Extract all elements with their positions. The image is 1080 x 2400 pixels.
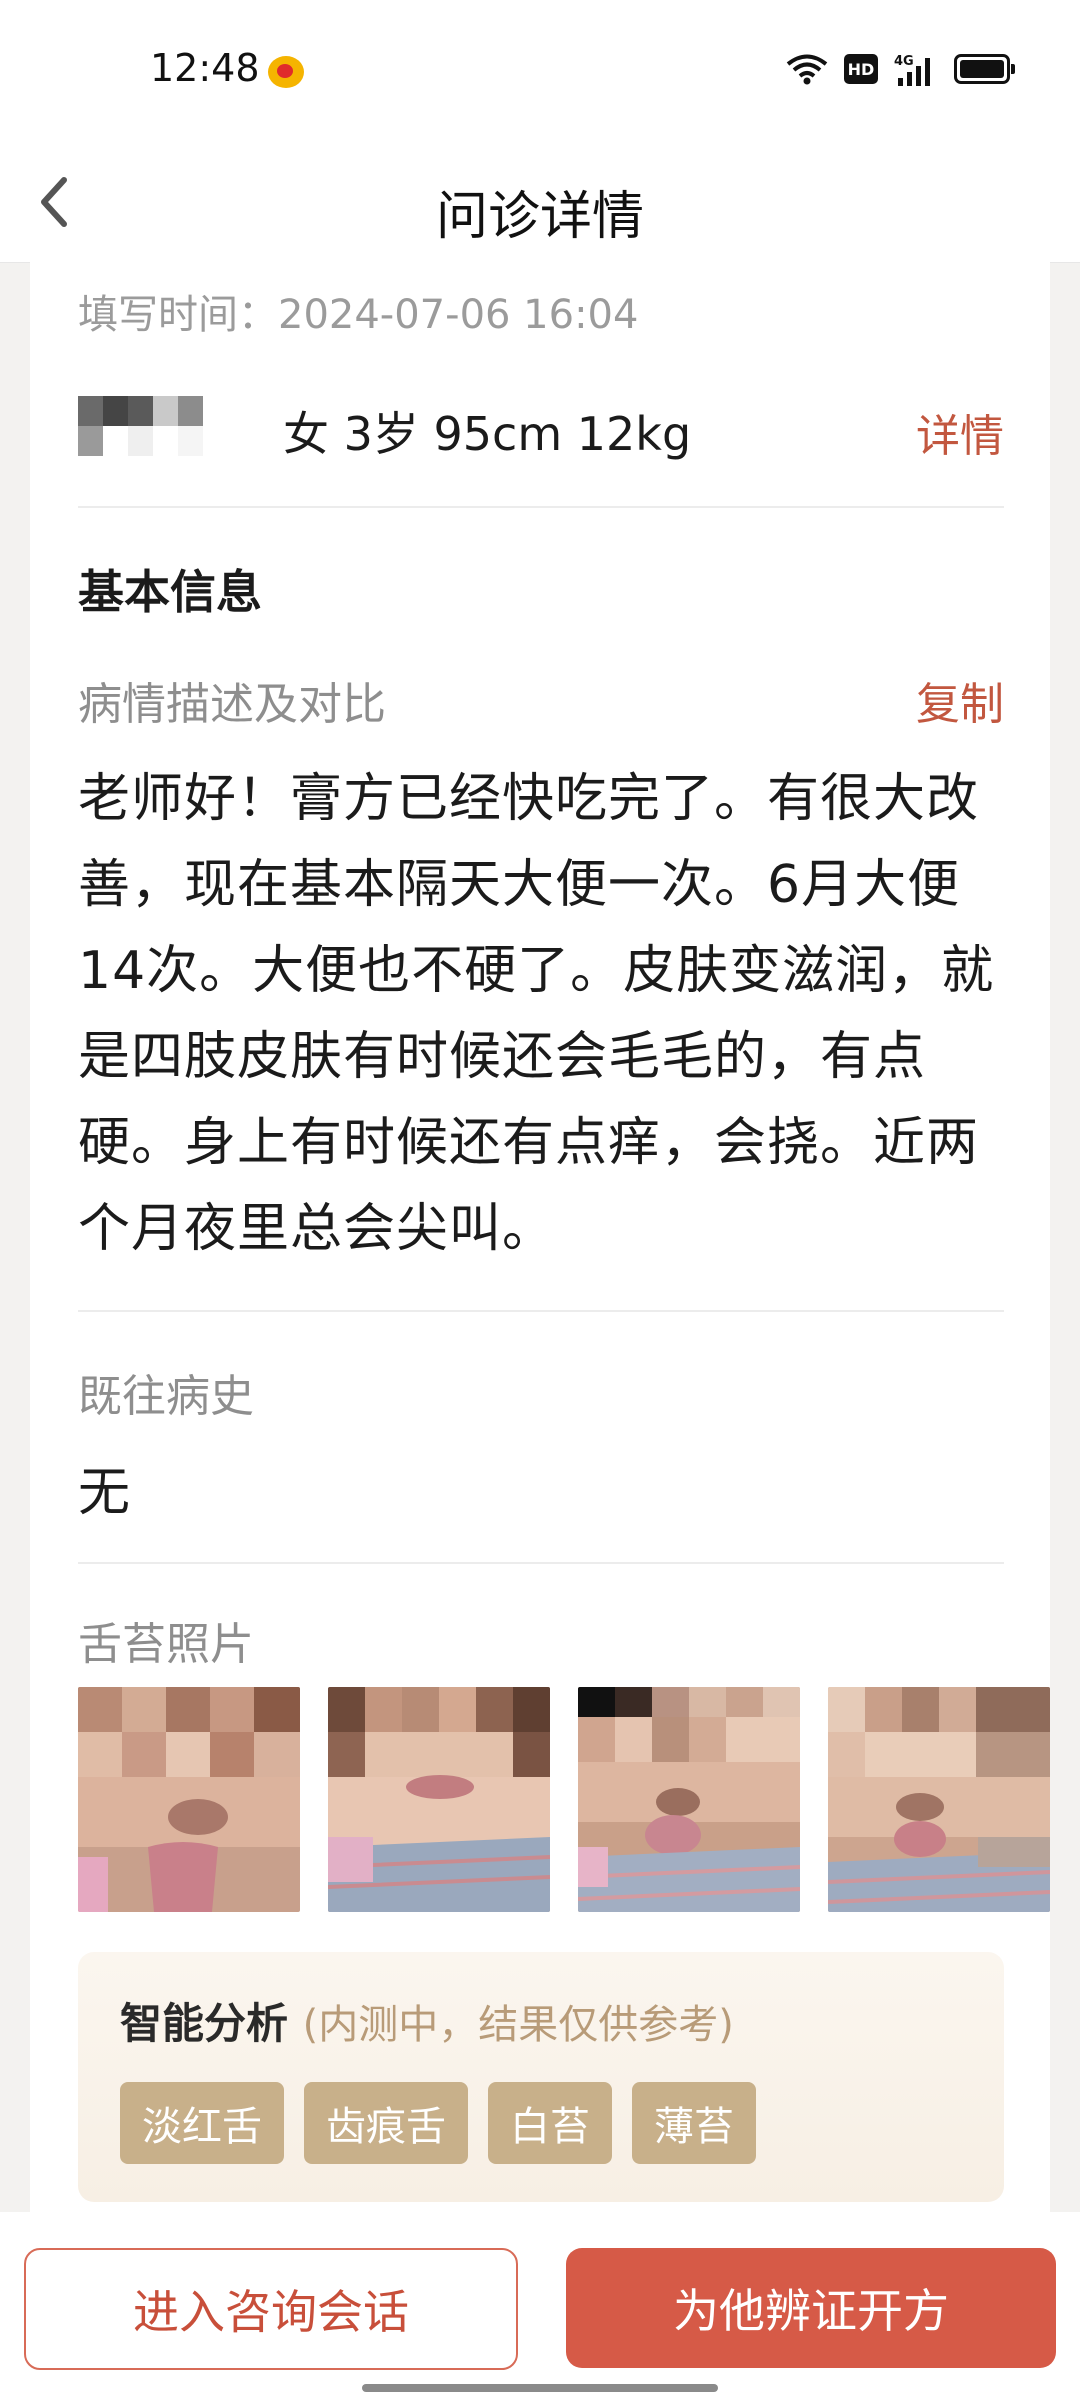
- analysis-title-text: 智能分析: [120, 1999, 289, 2048]
- fill-time-label: 填写时间：: [78, 292, 278, 338]
- home-indicator[interactable]: [362, 2384, 718, 2392]
- divider: [78, 1310, 1004, 1312]
- basic-info-heading: 基本信息: [78, 565, 262, 619]
- tongue-photo-list: [78, 1687, 1050, 1912]
- detail-link[interactable]: 详情: [916, 400, 1004, 464]
- tongue-photo[interactable]: [328, 1687, 550, 1912]
- wifi-icon: [786, 54, 828, 85]
- patient-row: 女 3岁 95cm 12kg 详情: [78, 380, 1004, 480]
- bottom-action-bar: 进入咨询会话 为他辨证开方: [0, 2212, 1080, 2400]
- page-title: 问诊详情: [435, 187, 644, 247]
- description-text: 老师好！膏方已经快吃完了。有很大改善，现在基本隔天大便一次。6月大便14次。大便…: [78, 769, 995, 1259]
- network-type-label: 4G: [894, 54, 914, 69]
- smart-analysis-panel: 智能分析 (内测中，结果仅供参考) 淡红舌 齿痕舌 白苔 薄苔: [78, 1952, 1004, 2202]
- enter-chat-button[interactable]: 进入咨询会话: [24, 2248, 518, 2370]
- status-time: 12:48: [150, 46, 260, 90]
- tongue-photos-label: 舌苔照片: [78, 1619, 254, 1670]
- status-bar: 12:48 HD 4G: [0, 0, 1080, 140]
- prescribe-button[interactable]: 为他辨证开方: [566, 2248, 1056, 2368]
- description-header: 病情描述及对比 复制: [78, 668, 1004, 730]
- hd-icon: HD: [844, 54, 878, 84]
- battery-icon: [954, 54, 1015, 84]
- analysis-tag: 淡红舌: [120, 2082, 284, 2164]
- tongue-photo[interactable]: [578, 1687, 800, 1912]
- analysis-tag: 齿痕舌: [304, 2082, 468, 2164]
- top-nav-bar: 问诊详情: [0, 140, 1080, 263]
- description-label: 病情描述及对比: [78, 679, 386, 730]
- analysis-tag: 白苔: [488, 2082, 612, 2164]
- weibo-notification-icon: [268, 56, 304, 88]
- tongue-photo[interactable]: [78, 1687, 300, 1912]
- divider: [78, 1562, 1004, 1564]
- copy-button[interactable]: 复制: [916, 668, 1004, 732]
- history-label: 既往病史: [78, 1371, 254, 1422]
- consultation-card: 填写时间：2024-07-06 16:04 女 3岁 95cm 12kg 详情 …: [30, 262, 1050, 2212]
- analysis-tags: 淡红舌 齿痕舌 白苔 薄苔: [120, 2082, 756, 2164]
- status-icons: HD 4G: [786, 52, 1015, 86]
- analysis-title: 智能分析 (内测中，结果仅供参考): [120, 1990, 734, 2051]
- analysis-tag: 薄苔: [632, 2082, 756, 2164]
- patient-info: 女 3岁 95cm 12kg: [283, 407, 692, 461]
- patient-name-mosaic: [78, 396, 228, 456]
- fill-time-value: 2024-07-06 16:04: [278, 292, 639, 338]
- analysis-subtitle: (内测中，结果仅供参考): [302, 2002, 734, 2048]
- divider: [78, 506, 1004, 508]
- history-value: 无: [78, 1463, 131, 1523]
- fill-time-row: 填写时间：2024-07-06 16:04: [78, 282, 1004, 340]
- signal-4g-icon: 4G: [894, 54, 930, 86]
- tongue-photo[interactable]: [828, 1687, 1050, 1912]
